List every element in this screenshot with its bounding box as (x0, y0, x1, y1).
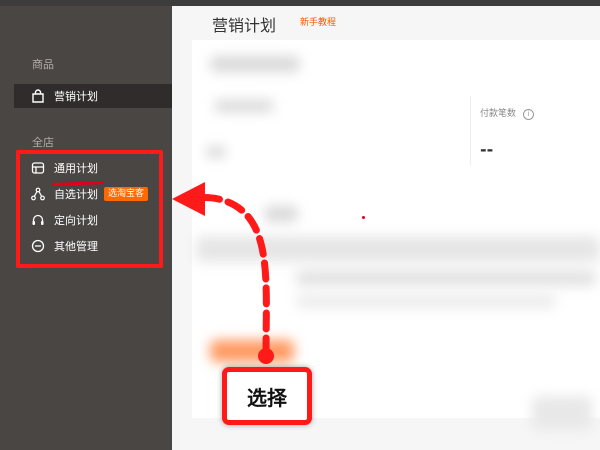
blurred-content (210, 56, 300, 72)
blurred-content (196, 236, 600, 262)
sidebar-item-marketing-plan[interactable]: 营销计划 (14, 84, 172, 108)
payments-value: -- (480, 140, 494, 159)
payments-label: 付款笔数 i (480, 106, 534, 120)
blurred-button (210, 340, 294, 362)
red-dot (362, 216, 365, 219)
info-icon[interactable]: i (522, 109, 534, 120)
blurred-content (214, 100, 274, 112)
divider (470, 96, 471, 166)
select-callout: 选择 (222, 367, 312, 425)
blurred-content (532, 396, 592, 430)
annotation-highlight-box (16, 150, 163, 268)
blurred-content (296, 294, 556, 308)
blurred-content (264, 206, 298, 222)
blurred-content (296, 270, 596, 286)
tutorial-link[interactable]: 新手教程 (300, 15, 336, 28)
sidebar-section-product: 商品 (32, 58, 54, 71)
sidebar-section-store: 全店 (32, 136, 54, 149)
page-title: 营销计划 (212, 16, 277, 35)
sidebar-item-label: 营销计划 (54, 90, 98, 103)
blurred-content (206, 146, 226, 158)
shopping-bag-icon (30, 88, 46, 104)
payments-label-text: 付款笔数 (480, 109, 517, 119)
